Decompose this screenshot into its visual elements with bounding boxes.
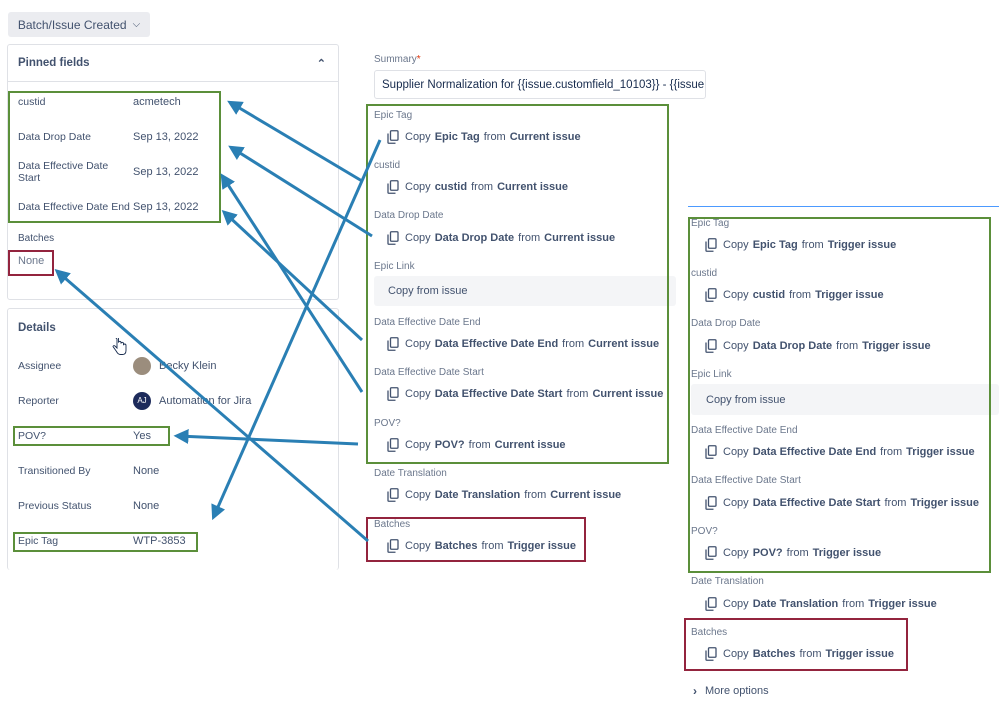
arrow-custid — [227, 100, 363, 183]
arrow-batches — [54, 269, 369, 543]
arrow-effective-start — [220, 173, 364, 393]
arrow-pov — [173, 428, 359, 446]
arrow-effective-end — [221, 209, 364, 342]
arrow-epic-tag — [211, 139, 382, 521]
annotation-arrows — [54, 100, 382, 543]
